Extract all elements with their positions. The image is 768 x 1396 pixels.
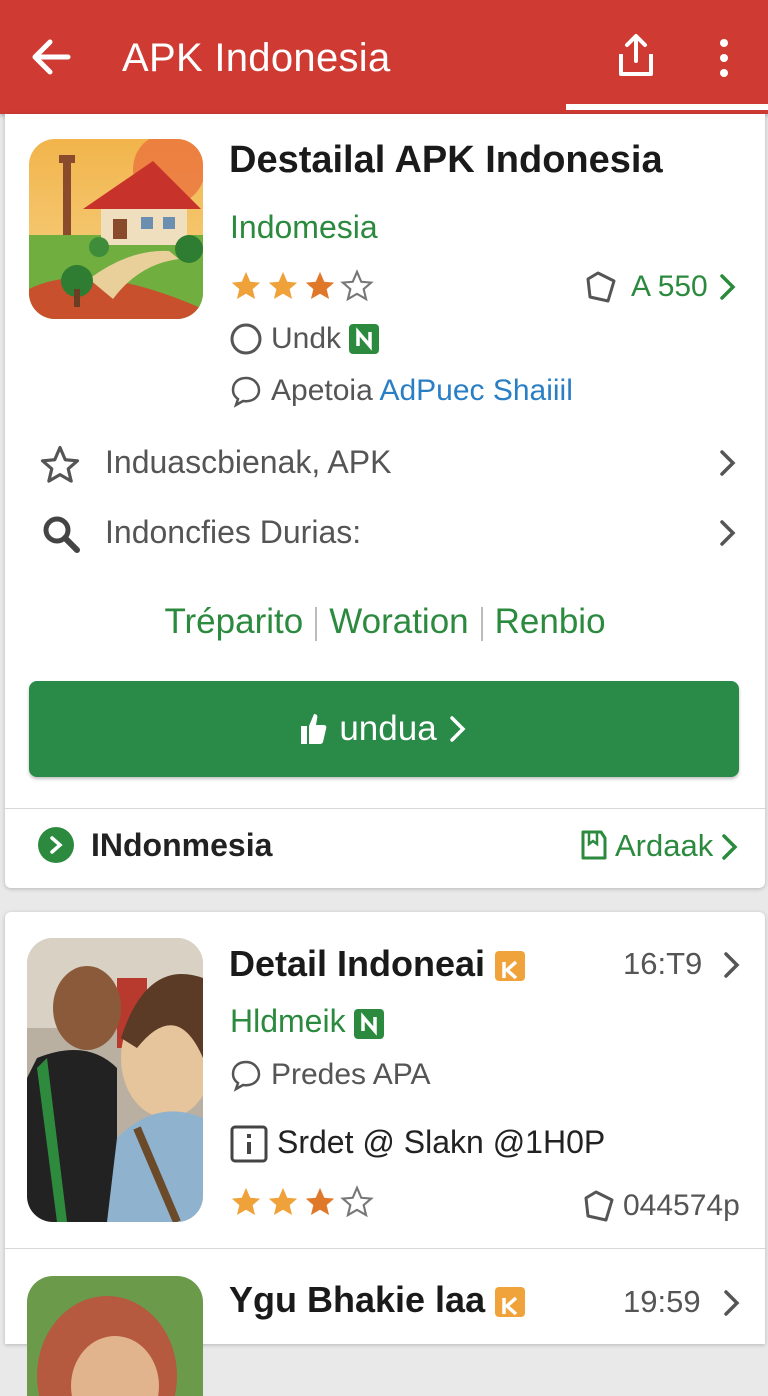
star-filled-icon bbox=[305, 271, 335, 300]
list-item-time: 16:T9 bbox=[623, 946, 703, 981]
search-row[interactable]: Indoncfies Durias: bbox=[35, 504, 755, 560]
download-label: undua bbox=[339, 709, 437, 748]
n-badge-icon bbox=[349, 324, 379, 354]
star-filled-icon bbox=[231, 271, 261, 300]
chevron-right-icon[interactable] bbox=[717, 516, 739, 550]
category-label: Induascbienak, APK bbox=[105, 444, 392, 480]
comment-icon bbox=[231, 1060, 261, 1092]
list-item-title: Ygu Bhakie laa bbox=[229, 1279, 486, 1320]
star-filled-icon bbox=[305, 1187, 335, 1216]
n-badge-icon bbox=[354, 1008, 385, 1039]
circle-status-icon bbox=[230, 323, 262, 355]
divider bbox=[5, 808, 765, 809]
tab-indicator bbox=[566, 104, 768, 110]
search-icon bbox=[43, 516, 80, 553]
list-item-meta: Predes APA bbox=[271, 1058, 431, 1091]
detail-tabs: Tréparito Woration Renbio bbox=[5, 600, 765, 644]
author-prefix: Apetoia bbox=[271, 374, 373, 407]
list-card: Detail Indoneai 16:T9 Hldmeik Predes APA… bbox=[5, 912, 765, 1396]
tag-icon bbox=[584, 1190, 614, 1222]
arrow-circle-icon bbox=[38, 827, 74, 863]
size-label: A 550 bbox=[631, 270, 708, 303]
app-bar: APK Indonesia bbox=[0, 0, 768, 114]
tab-renbio[interactable]: Renbio bbox=[495, 602, 606, 641]
list-item-thumbnail bbox=[27, 1276, 203, 1396]
star-outline-icon bbox=[40, 445, 80, 483]
rating-stars bbox=[229, 1185, 374, 1219]
divider bbox=[5, 1248, 765, 1249]
chevron-right-icon[interactable] bbox=[717, 446, 739, 480]
list-item-thumbnail bbox=[27, 938, 203, 1222]
k-badge-icon bbox=[495, 1287, 526, 1318]
rating-stars bbox=[229, 269, 374, 303]
app-icon-illustration bbox=[29, 139, 203, 319]
list-item-title: Detail Indoneai bbox=[229, 943, 486, 984]
share-icon[interactable] bbox=[612, 32, 660, 80]
footer-action[interactable]: Ardaak bbox=[615, 827, 713, 865]
star-empty-icon bbox=[340, 1185, 374, 1218]
status-label: Undk bbox=[271, 322, 342, 355]
search-row-label: Indoncfies Durias: bbox=[105, 514, 362, 550]
k-badge-icon bbox=[495, 951, 526, 982]
chevron-right-icon[interactable] bbox=[717, 270, 739, 304]
tag-icon bbox=[586, 271, 616, 303]
arrow-back-icon[interactable] bbox=[28, 34, 74, 80]
app-bar-title: APK Indonesia bbox=[122, 36, 391, 80]
app-detail-card: Destailal APK Indonesia Indomesia A 550 … bbox=[5, 114, 765, 888]
developer-name[interactable]: Indomesia bbox=[230, 208, 378, 246]
tab-woration[interactable]: Woration bbox=[329, 602, 468, 641]
star-empty-icon bbox=[340, 269, 374, 302]
chevron-right-icon[interactable] bbox=[719, 830, 741, 864]
chevron-right-icon bbox=[449, 716, 466, 742]
list-item-time: 19:59 bbox=[623, 1284, 701, 1319]
star-filled-icon bbox=[268, 271, 298, 300]
list-item-subtitle: Hldmeik bbox=[230, 1003, 346, 1039]
list-item-info: Srdet @ Slakn @1H0P bbox=[277, 1124, 606, 1160]
star-filled-icon bbox=[268, 1187, 298, 1216]
author-link[interactable]: AdPuec Shaiiil bbox=[379, 374, 572, 407]
category-row[interactable]: Induascbienak, APK bbox=[35, 434, 755, 490]
info-box-icon bbox=[230, 1125, 268, 1163]
tab-reparito[interactable]: Tréparito bbox=[164, 602, 303, 641]
chevron-right-icon[interactable] bbox=[721, 1286, 743, 1320]
tab-separator bbox=[315, 606, 318, 641]
footer-region[interactable]: INdonmesia bbox=[91, 827, 272, 863]
chevron-right-icon[interactable] bbox=[721, 948, 743, 982]
star-filled-icon bbox=[231, 1187, 261, 1216]
comment-icon bbox=[231, 376, 261, 408]
bookmark-icon bbox=[581, 830, 607, 860]
tab-separator bbox=[480, 606, 483, 641]
download-button[interactable]: undua bbox=[29, 681, 739, 777]
app-title: Destailal APK Indonesia bbox=[229, 139, 663, 181]
list-item-count: 044574p bbox=[623, 1189, 740, 1222]
thumbs-up-icon bbox=[301, 714, 327, 744]
more-vert-icon[interactable] bbox=[708, 36, 740, 80]
